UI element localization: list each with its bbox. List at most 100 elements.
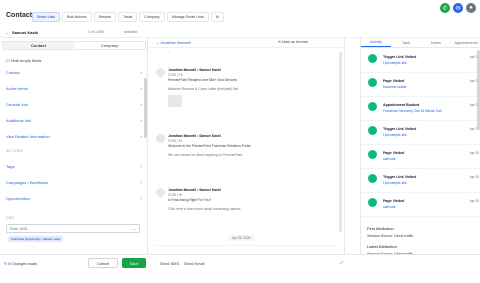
dnd-select[interactable]: Enter DND ⌄: [6, 224, 140, 233]
attachment-thumbnail[interactable]: [168, 95, 182, 107]
checkbox-icon[interactable]: ☐: [6, 58, 10, 63]
expand-icon[interactable]: ⤢: [340, 260, 343, 265]
phone-icon[interactable]: ✆: [440, 3, 450, 13]
opportunity-chip[interactable]: Franchise Opportunity - Master Lead: [8, 236, 63, 242]
action-tags-label: Tags: [6, 164, 15, 169]
chevron-right-icon: ›: [140, 196, 142, 202]
activity-detail[interactable]: franchise-ladder: [383, 85, 407, 89]
from-label: Jonathan Maxwell: [160, 41, 191, 45]
conversation-scrollbar[interactable]: [339, 52, 342, 232]
activity-check-icon: [368, 150, 377, 159]
section-additional-info-label: Additional Info: [6, 118, 32, 123]
first-attribution-value: Session Source: Direct traffic: [367, 234, 414, 238]
activity-detail[interactable]: t.ly/example-link: [383, 133, 407, 137]
chevron-right-icon: ›: [140, 134, 142, 140]
tab-contact[interactable]: Contact: [3, 42, 74, 49]
bell-icon[interactable]: ●: [466, 3, 476, 13]
activity-check-icon: [368, 126, 377, 135]
section-visa-info[interactable]: Visa Related Information ›: [0, 129, 148, 143]
action-opportunities-label: Opportunities: [6, 196, 30, 201]
activity-item[interactable]: Page Visited calendar Apr 25: [361, 145, 480, 169]
tab-restore[interactable]: Restore: [93, 12, 117, 22]
tab-bar: Smart Lists Bulk Actions Restore Tasks C…: [32, 12, 224, 22]
activity-item[interactable]: Trigger Link Visited t.ly/example-link Apr…: [361, 121, 480, 145]
tab-appointments[interactable]: Appointments: [451, 38, 480, 47]
activity-time: Apr 25: [469, 175, 479, 179]
section-active-items-label: Active Items: [6, 86, 28, 91]
activity-title: Page Visited: [383, 199, 405, 203]
activity-item[interactable]: Trigger Link Visited t.ly/example-link Apr…: [361, 169, 480, 193]
send-email-tab[interactable]: Send Email: [184, 261, 204, 266]
activity-detail[interactable]: calendar: [383, 205, 396, 209]
activity-check-icon: [368, 54, 377, 63]
activity-time: Apr 25: [469, 199, 479, 203]
activity-check-icon: [368, 78, 377, 87]
activity-item[interactable]: Page Visited calendar Apr 25: [361, 193, 480, 217]
tab-smart-lists[interactable]: Smart Lists: [32, 12, 60, 22]
avatar: [156, 188, 165, 197]
section-additional-info[interactable]: Additional Info ›: [0, 113, 148, 127]
megaphone-icon[interactable]: ✉: [453, 3, 463, 13]
action-tags[interactable]: Tags ›: [0, 159, 148, 173]
sync-icon: ↻: [4, 262, 8, 266]
chevron-right-icon: ›: [140, 118, 142, 124]
message-subject: PremierPoint Restyled over $6k+ Visa Ser…: [168, 78, 238, 82]
message-subject: Is Franchising Right For You?: [168, 198, 212, 202]
message-item[interactable]: Jonathan Maxwell • Samuel Kashi COSI | H…: [168, 188, 328, 212]
activity-detail[interactable]: calendar: [383, 157, 396, 161]
section-active-items[interactable]: Active Items ›: [0, 81, 148, 95]
mark-unread-button[interactable]: ✉ Mark as Unread: [278, 40, 308, 44]
tab-company-detail[interactable]: Company: [74, 42, 145, 49]
message-body: Attached Resume & Cover Letter (free/pai…: [168, 87, 239, 91]
action-campaigns[interactable]: Campaigns / Workflows ›: [0, 175, 148, 189]
panel-divider: [344, 38, 345, 254]
tab-tasks[interactable]: Tasks: [118, 12, 138, 22]
tab-manage-smart-lists[interactable]: Manage Smart Lists: [166, 12, 209, 22]
message-body: We can contact us about anything on Prem…: [168, 153, 244, 157]
back-arrow-icon[interactable]: ←: [5, 30, 9, 35]
activity-item[interactable]: Page Visited franchise-ladder Apr 25: [361, 73, 480, 97]
section-visa-info-label: Visa Related Information: [6, 134, 50, 139]
latest-attribution-label: Latest Attribution: [367, 244, 397, 249]
save-button[interactable]: Save: [122, 258, 146, 268]
chevron-right-icon: ›: [140, 164, 142, 170]
changes-text: 5 Changes made: [8, 262, 38, 266]
activity-title: Page Visited: [383, 151, 405, 155]
settings-icon[interactable]: ⚙: [210, 12, 224, 22]
tab-bulk-actions[interactable]: Bulk Actions: [61, 12, 92, 22]
tab-activity[interactable]: Activity: [361, 38, 391, 47]
activity-item[interactable]: Appointment Booked Franchise Discovery Ca…: [361, 97, 480, 121]
avatar: [156, 68, 165, 77]
date-separator: Apr 25, 2025: [228, 235, 255, 241]
section-contact-label: Contact: [6, 70, 20, 75]
section-general-info[interactable]: General Info ›: [0, 97, 148, 111]
section-contact[interactable]: Contact ›: [0, 65, 148, 79]
contact-name: Samuel Kashi: [12, 30, 39, 35]
contact-subbar: ← Samuel Kashi 1 of 1,505 selected: [0, 28, 480, 38]
from-selector[interactable]: ⌄ Jonathan Maxwell: [156, 40, 191, 45]
activity-detail[interactable]: t.ly/example-link: [383, 181, 407, 185]
message-subject: Welcome to the PremierPoint Franchise Re…: [168, 144, 251, 148]
pager-selected: selected: [124, 30, 138, 34]
activity-item[interactable]: Trigger Link Visited t.ly/example-link Apr…: [361, 49, 480, 73]
tab-notes[interactable]: Notes: [421, 38, 451, 47]
left-scrollbar[interactable]: [144, 78, 147, 138]
send-sms-tab[interactable]: Send SMS: [160, 261, 179, 266]
action-opportunities[interactable]: Opportunities ›: [0, 191, 148, 205]
activity-check-icon: [368, 198, 377, 207]
first-attribution-label: First Attribution: [367, 226, 394, 231]
activity-title: Page Visited: [383, 79, 405, 83]
message-item[interactable]: Jonathan Maxwell • Samuel Kashi COSI | H…: [168, 134, 328, 158]
tab-task[interactable]: Task: [391, 38, 421, 47]
tab-company[interactable]: Company: [139, 12, 165, 22]
cancel-button[interactable]: Cancel: [88, 258, 118, 268]
chevron-right-icon: ›: [140, 102, 142, 108]
chevron-right-icon: ›: [140, 86, 142, 92]
changes-indicator: ↻ 5 Changes made: [4, 261, 37, 266]
activity-detail[interactable]: Franchise Discovery Call 15 Minute Call: [383, 109, 441, 113]
message-item[interactable]: Jonathan Maxwell • Samuel Kashi COSI | '…: [168, 68, 328, 107]
conversation-panel: ⌄ Jonathan Maxwell ✉ Mark as Unread ... …: [148, 38, 344, 270]
chevron-right-icon: ›: [140, 70, 142, 76]
chevron-down-icon: ⌄: [132, 227, 136, 231]
activity-detail[interactable]: t.ly/example-link: [383, 61, 407, 65]
